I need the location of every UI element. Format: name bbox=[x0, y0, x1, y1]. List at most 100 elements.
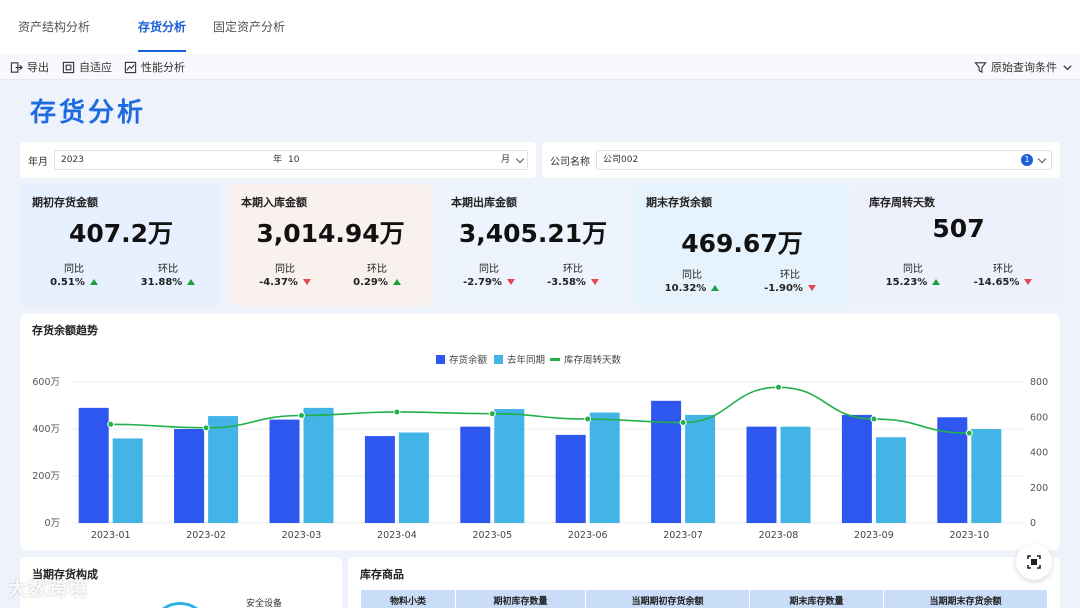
legend-label: 去年同期 bbox=[507, 355, 546, 366]
kpi-value: 3,014.94万 bbox=[256, 219, 405, 248]
yoy-value: -2.79% bbox=[463, 277, 502, 288]
mom-value: 0.29% bbox=[353, 277, 388, 288]
legend-label: 存货余额 bbox=[449, 355, 488, 366]
table-header-cell[interactable]: 期末库存数量 bbox=[750, 590, 884, 608]
trend-arrow-icon bbox=[506, 279, 515, 285]
trend-arrow-icon bbox=[932, 279, 941, 285]
yoy-label: 同比 bbox=[682, 270, 702, 281]
yoy-value: -4.37% bbox=[259, 277, 298, 288]
kpi-card-opening-inventory: 期初存货金额 407.2万 同比 0.51% 环比 31.88% bbox=[20, 184, 222, 306]
fit-screen-icon bbox=[62, 61, 75, 73]
legend-item-balance[interactable]: 存货余额 bbox=[436, 352, 487, 366]
page-title: 存货分析 bbox=[30, 98, 147, 128]
mom-label: 环比 bbox=[993, 264, 1013, 275]
performance-label: 性能分析 bbox=[141, 61, 185, 74]
performance-button[interactable]: 性能分析 bbox=[124, 59, 185, 75]
kpi-yoy: 同比 15.23% bbox=[873, 260, 953, 288]
table-header-cell[interactable]: 期初库存数量 bbox=[456, 590, 586, 608]
mom-label: 环比 bbox=[158, 264, 178, 275]
chevron-down-icon bbox=[1063, 64, 1072, 70]
trend-arrow-icon bbox=[711, 285, 720, 291]
month-unit: 月 bbox=[501, 155, 511, 165]
kpi-title: 本期入库金额 bbox=[241, 196, 307, 209]
tab-asset-structure[interactable]: 资产结构分析 bbox=[18, 0, 90, 54]
year-unit: 年 bbox=[273, 155, 283, 165]
year-month-label: 年月 bbox=[28, 157, 48, 168]
trend-arrow-icon bbox=[302, 279, 311, 285]
company-label: 公司名称 bbox=[550, 157, 590, 168]
kpi-value: 3,405.21万 bbox=[458, 219, 608, 248]
legend-swatch bbox=[436, 354, 445, 364]
watermark-logo: 大数跨境 bbox=[8, 578, 89, 600]
fullscreen-button[interactable] bbox=[1016, 544, 1052, 580]
kpi-mom: 环比 0.29% bbox=[337, 260, 417, 288]
composition-legend-label: 安全设备 bbox=[246, 599, 283, 608]
chevron-down-icon bbox=[1037, 154, 1047, 164]
company-filter-card: 公司名称 公司002 1 bbox=[542, 142, 1060, 178]
mom-label: 环比 bbox=[780, 270, 800, 281]
selected-count-badge: 1 bbox=[1021, 154, 1033, 166]
year-month-select[interactable]: 2023 年 10 月 bbox=[54, 150, 528, 170]
tab-fixed-asset[interactable]: 固定资产分析 bbox=[213, 0, 285, 54]
legend-swatch bbox=[494, 354, 503, 364]
yoy-label: 同比 bbox=[479, 264, 499, 275]
legend-item-turnover-days[interactable]: 库存周转天数 bbox=[550, 352, 621, 366]
kpi-yoy: 同比 -2.79% bbox=[449, 260, 529, 288]
mom-value: -14.65% bbox=[973, 277, 1020, 288]
mom-label: 环比 bbox=[563, 264, 583, 275]
date-filter-card: 年月 2023 年 10 月 bbox=[20, 142, 536, 178]
yoy-label: 同比 bbox=[275, 264, 295, 275]
kpi-title: 期末存货余额 bbox=[646, 196, 712, 209]
stock-goods-title: 库存商品 bbox=[360, 568, 404, 581]
kpi-title: 库存周转天数 bbox=[869, 196, 935, 209]
kpi-value: 469.67万 bbox=[681, 229, 803, 258]
trend-arrow-icon bbox=[392, 279, 401, 285]
yoy-value: 10.32% bbox=[664, 283, 707, 294]
trend-arrow-icon bbox=[807, 285, 816, 291]
kpi-card-outbound: 本期出库金额 3,405.21万 同比 -2.79% 环比 -3.58% bbox=[439, 184, 627, 306]
performance-chart-icon bbox=[124, 61, 137, 73]
top-tab-bar: 资产结构分析 存货分析 固定资产分析 bbox=[0, 0, 1080, 54]
kpi-value: 507 bbox=[932, 214, 985, 243]
export-icon bbox=[10, 61, 23, 73]
company-value: 公司002 bbox=[603, 155, 639, 165]
inventory-trend-card bbox=[20, 314, 1060, 550]
company-select[interactable]: 公司002 1 bbox=[596, 150, 1052, 170]
kpi-card-inbound: 本期入库金额 3,014.94万 同比 -4.37% 环比 0.29% bbox=[229, 184, 432, 306]
toolbar: 导出 自适应 性能分析 原始查询条件 bbox=[0, 54, 1080, 80]
table-header-cell[interactable]: 当期期末存货余额 bbox=[884, 590, 1048, 608]
mom-value: -1.90% bbox=[764, 283, 803, 294]
yoy-value: 0.51% bbox=[50, 277, 85, 288]
month-value: 10 bbox=[288, 155, 300, 165]
kpi-card-turnover-days: 库存周转天数 507 同比 15.23% 环比 -14.65% bbox=[857, 184, 1060, 306]
filter-icon bbox=[974, 61, 987, 73]
fullscreen-icon bbox=[1027, 555, 1041, 569]
tab-inventory-analysis[interactable]: 存货分析 bbox=[138, 0, 187, 54]
kpi-mom: 环比 -14.65% bbox=[963, 260, 1043, 288]
table-header-cell[interactable]: 物料小类 bbox=[361, 590, 456, 608]
legend-label: 库存周转天数 bbox=[564, 355, 622, 366]
kpi-mom: 环比 -3.58% bbox=[533, 260, 613, 288]
legend-item-last-year[interactable]: 去年同期 bbox=[494, 352, 545, 366]
query-conditions-button[interactable]: 原始查询条件 bbox=[974, 59, 1074, 75]
trend-arrow-icon bbox=[89, 279, 98, 285]
yoy-label: 同比 bbox=[903, 264, 923, 275]
trend-arrow-icon bbox=[1024, 279, 1033, 285]
query-conditions-label: 原始查询条件 bbox=[991, 61, 1057, 74]
chart-section-title: 存货余额趋势 bbox=[32, 324, 98, 337]
yoy-label: 同比 bbox=[64, 264, 84, 275]
kpi-title: 期初存货金额 bbox=[32, 196, 98, 209]
trend-arrow-icon bbox=[590, 279, 599, 285]
export-button[interactable]: 导出 bbox=[10, 59, 49, 75]
mom-label: 环比 bbox=[367, 264, 387, 275]
table-header-cell[interactable]: 当期期初存货余额 bbox=[586, 590, 750, 608]
year-value: 2023 bbox=[61, 155, 84, 165]
mom-value: -3.58% bbox=[547, 277, 586, 288]
kpi-title: 本期出库金额 bbox=[451, 196, 517, 209]
legend-swatch bbox=[550, 357, 560, 361]
fit-button[interactable]: 自适应 bbox=[62, 59, 112, 75]
kpi-mom: 环比 31.88% bbox=[128, 260, 208, 288]
kpi-value: 407.2万 bbox=[68, 219, 174, 248]
yoy-value: 15.23% bbox=[885, 277, 928, 288]
kpi-card-closing-inventory: 期末存货余额 469.67万 同比 10.32% 环比 -1.90% bbox=[634, 184, 850, 306]
